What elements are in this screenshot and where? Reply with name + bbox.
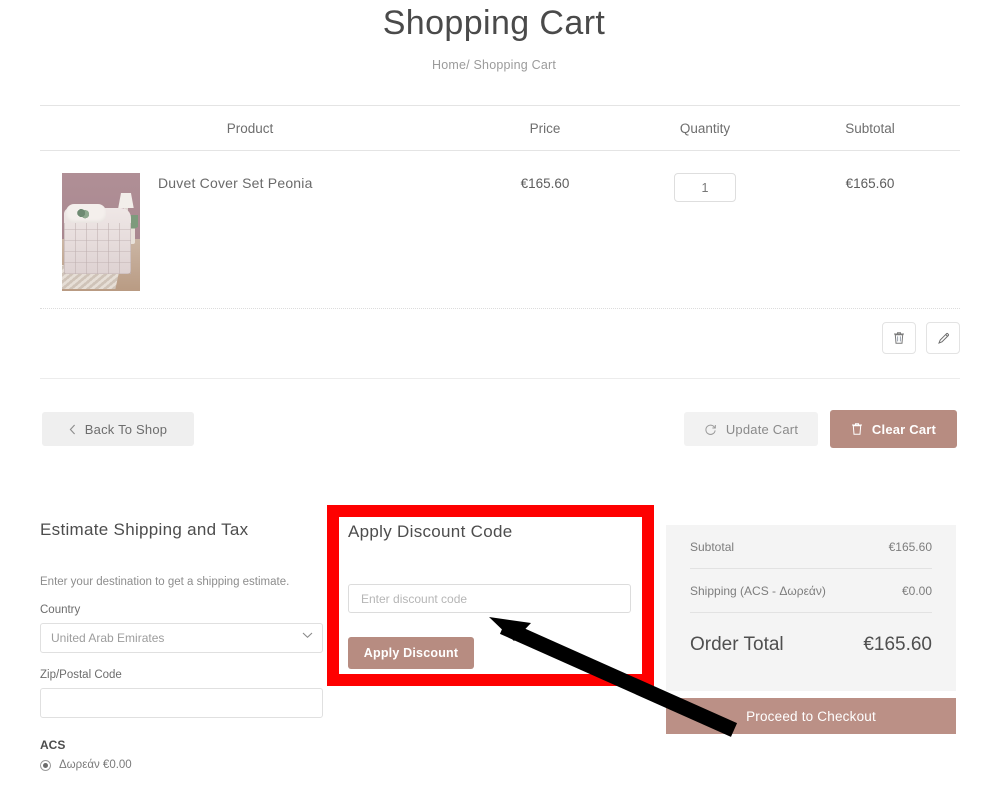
product-price: €165.60 (520, 176, 570, 191)
product-name[interactable]: Duvet Cover Set Peonia (158, 173, 313, 191)
proceed-to-checkout-button[interactable]: Proceed to Checkout (666, 698, 956, 734)
row-action-group (40, 322, 960, 354)
zip-label: Zip/Postal Code (40, 669, 122, 681)
product-subtotal: €165.60 (845, 176, 895, 191)
shipping-estimate-section: Estimate Shipping and Tax Enter your des… (40, 520, 325, 771)
column-header-subtotal: Subtotal (845, 120, 895, 136)
zip-input[interactable] (40, 688, 323, 718)
update-cart-button[interactable]: Update Cart (684, 412, 818, 446)
discount-section: Apply Discount Code Apply Discount (348, 522, 638, 669)
row-divider (40, 308, 960, 309)
chevron-left-icon (69, 424, 75, 434)
summary-shipping-label: Shipping (ACS - Δωρεάν) (690, 583, 826, 598)
back-to-shop-button[interactable]: Back To Shop (42, 412, 194, 446)
breadcrumb-current: Shopping Cart (473, 58, 557, 72)
refresh-icon (705, 424, 716, 435)
discount-code-input[interactable] (348, 584, 631, 613)
pencil-icon (937, 332, 949, 344)
table-bottom-divider (40, 378, 960, 379)
update-cart-label: Update Cart (725, 421, 799, 437)
apply-discount-button[interactable]: Apply Discount (348, 637, 474, 669)
summary-subtotal-row: Subtotal €165.60 (690, 525, 932, 568)
carrier-radio[interactable] (40, 759, 51, 771)
discount-section-title: Apply Discount Code (348, 522, 513, 541)
country-selected-value: United Arab Emirates (51, 631, 165, 645)
product-thumbnail[interactable] (62, 173, 140, 291)
summary-shipping-row: Shipping (ACS - Δωρεάν) €0.00 (690, 568, 932, 612)
summary-subtotal-value: €165.60 (888, 539, 932, 554)
summary-total-label: Order Total (690, 634, 784, 655)
proceed-to-checkout-label: Proceed to Checkout (746, 708, 876, 724)
delete-item-button[interactable] (882, 322, 916, 354)
column-header-price: Price (529, 120, 561, 136)
cart-table: Product Price Quantity Subtotal Duvet Co… (40, 105, 960, 291)
back-to-shop-label: Back To Shop (84, 421, 168, 437)
column-header-product: Product (226, 120, 274, 136)
shipping-section-title: Estimate Shipping and Tax (40, 520, 249, 539)
summary-shipping-value: €0.00 (901, 583, 932, 598)
carrier-option-row[interactable]: Δωρεάν €0.00 (40, 759, 325, 771)
carrier-option-label: Δωρεάν €0.00 (59, 759, 132, 771)
trash-icon (894, 332, 904, 344)
shipping-description: Enter your destination to get a shipping… (40, 576, 290, 588)
clear-cart-label: Clear Cart (871, 421, 937, 437)
carrier-name: ACS (40, 738, 66, 752)
country-select-wrapper[interactable]: United Arab Emirates (40, 623, 325, 653)
clear-cart-button[interactable]: Clear Cart (830, 410, 957, 448)
summary-total-value: €165.60 (863, 634, 932, 655)
country-select[interactable]: United Arab Emirates (40, 623, 323, 653)
summary-subtotal-label: Subtotal (690, 539, 735, 554)
trash-icon (851, 423, 862, 435)
cart-table-header: Product Price Quantity Subtotal (40, 105, 960, 151)
page-title: Shopping Cart (382, 4, 606, 42)
table-row: Duvet Cover Set Peonia €165.60 €165.60 (40, 151, 960, 291)
summary-total-row: Order Total €165.60 (690, 612, 932, 677)
country-label: Country (40, 604, 81, 616)
breadcrumb: Home/ Shopping Cart (0, 58, 988, 72)
edit-item-button[interactable] (926, 322, 960, 354)
quantity-input[interactable] (674, 173, 736, 202)
quantity-cell (630, 173, 780, 202)
order-summary: Subtotal €165.60 Shipping (ACS - Δωρεάν)… (666, 525, 956, 691)
column-header-quantity: Quantity (679, 120, 731, 136)
breadcrumb-home[interactable]: Home/ (432, 58, 470, 72)
apply-discount-label: Apply Discount (363, 646, 459, 660)
product-cell: Duvet Cover Set Peonia (40, 173, 460, 291)
